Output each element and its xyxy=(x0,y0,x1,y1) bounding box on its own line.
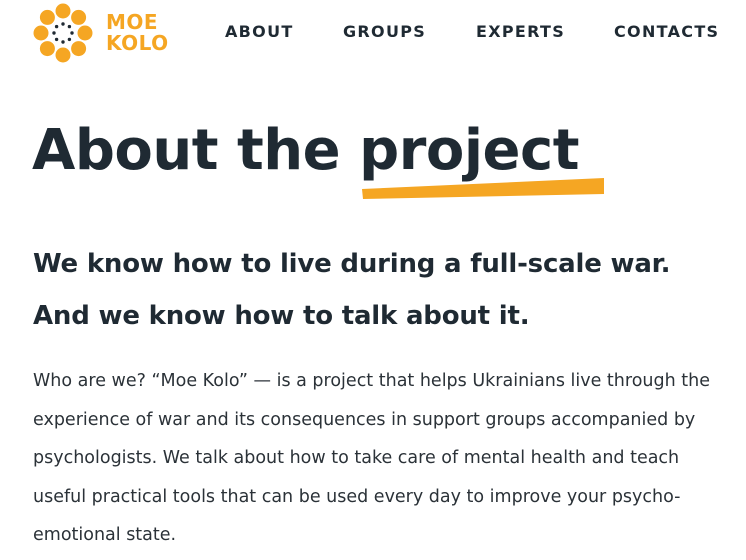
page-title-highlight: project xyxy=(359,118,579,183)
nav-item-groups[interactable]: GROUPS xyxy=(343,22,426,41)
nav-item-contacts[interactable]: CONTACTS xyxy=(614,22,719,41)
main-nav: ABOUT GROUPS EXPERTS CONTACTS xyxy=(0,22,746,44)
subheading: We know how to live during a full-scale … xyxy=(33,249,671,331)
page-title: About the project xyxy=(32,113,579,189)
nav-item-about[interactable]: ABOUT xyxy=(225,22,294,41)
page-title-prefix: About the xyxy=(32,118,360,183)
intro-paragraph: Who are we? “Moe Kolo” — is a project th… xyxy=(33,371,710,545)
nav-item-experts[interactable]: EXPERTS xyxy=(476,22,565,41)
